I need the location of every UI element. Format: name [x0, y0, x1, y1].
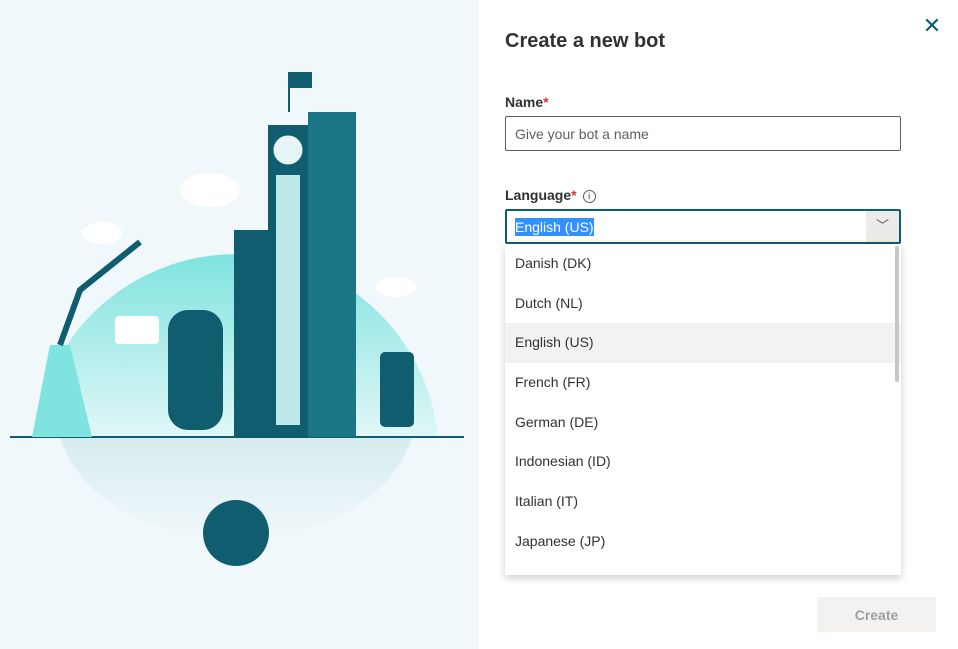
bot-city-illustration — [10, 72, 464, 566]
language-label: Language* i — [505, 187, 596, 203]
language-select[interactable]: English (US) ﹀ — [505, 209, 901, 244]
illustration-panel — [0, 0, 479, 649]
language-option[interactable]: German (DE) — [505, 403, 901, 443]
required-mark: * — [571, 187, 577, 203]
language-dropdown: Danish (DK) Dutch (NL) English (US) Fren… — [505, 244, 901, 575]
name-label: Name* — [505, 94, 549, 110]
dropdown-scrollbar[interactable] — [895, 246, 899, 382]
chevron-down-icon[interactable]: ﹀ — [866, 211, 899, 242]
required-mark: * — [543, 94, 549, 110]
close-icon[interactable]: ✕ — [922, 15, 942, 37]
create-button[interactable]: Create — [817, 597, 936, 632]
name-input[interactable] — [505, 116, 901, 151]
language-option[interactable]: Indonesian (ID) — [505, 442, 901, 482]
language-option[interactable]: Dutch (NL) — [505, 284, 901, 324]
language-option[interactable]: French (FR) — [505, 363, 901, 403]
dialog-title: Create a new bot — [505, 30, 666, 52]
create-bot-dialog: ✕ Create a new bot Name* Language*i Engl… — [479, 0, 958, 649]
name-label-text: Name — [505, 94, 544, 110]
language-label-text: Language — [505, 187, 572, 203]
language-option[interactable]: Italian (IT) — [505, 482, 901, 522]
language-option-selected[interactable]: English (US) — [505, 323, 901, 364]
language-option[interactable]: Danish (DK) — [505, 244, 901, 284]
language-option[interactable]: Japanese (JP) — [505, 522, 901, 562]
language-selected-value: English (US) — [515, 218, 594, 236]
info-icon[interactable]: i — [582, 189, 596, 203]
